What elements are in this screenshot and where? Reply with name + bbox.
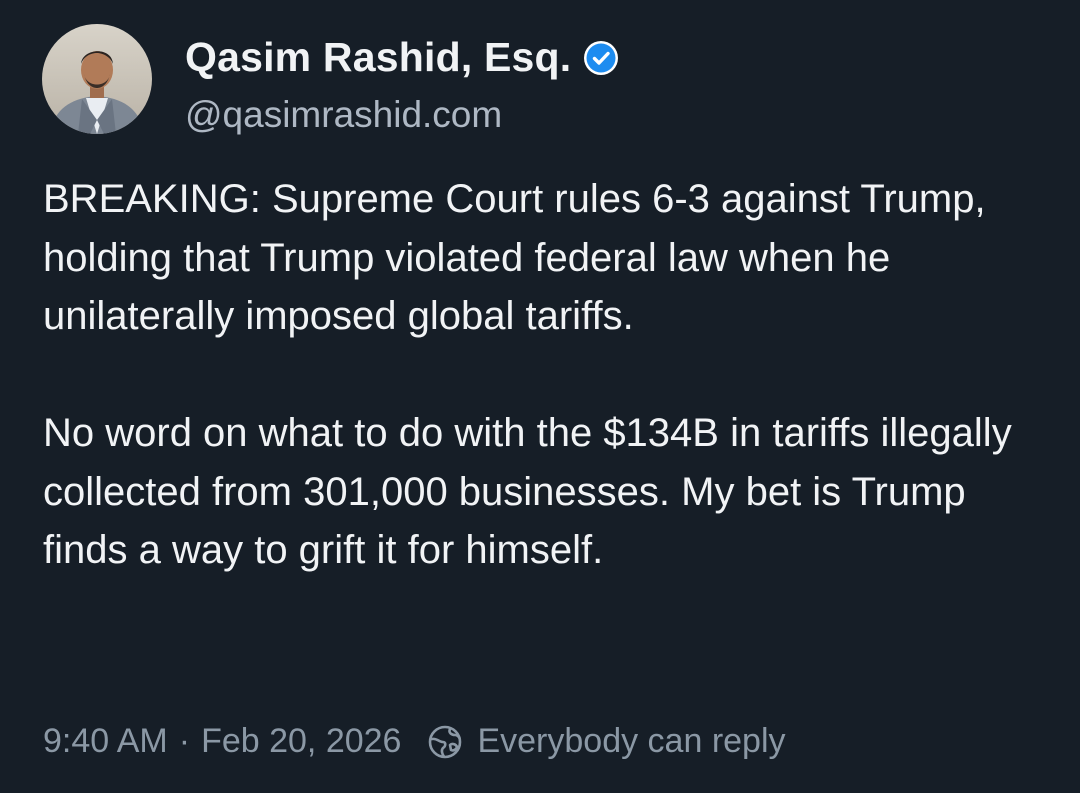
- post-time[interactable]: 9:40 AM: [43, 722, 168, 761]
- post-paragraph: BREAKING: Supreme Court rules 6-3 agains…: [43, 177, 986, 338]
- reply-setting-label[interactable]: Everybody can reply: [477, 722, 785, 761]
- post-paragraph: No word on what to do with the $134B in …: [43, 411, 1012, 572]
- post-meta: 9:40 AM · Feb 20, 2026 Everybody can rep…: [43, 722, 786, 761]
- author-info: Qasim Rashid, Esq. @qasimrashid.com: [185, 32, 619, 136]
- author-handle[interactable]: @qasimrashid.com: [185, 94, 619, 136]
- meta-separator: ·: [178, 722, 191, 760]
- post-date[interactable]: Feb 20, 2026: [201, 722, 401, 761]
- post-header: Qasim Rashid, Esq. @qasimrashid.com: [42, 24, 619, 136]
- author-display-name[interactable]: Qasim Rashid, Esq.: [185, 34, 571, 81]
- globe-icon: [427, 724, 463, 760]
- post-text: BREAKING: Supreme Court rules 6-3 agains…: [43, 170, 1053, 580]
- avatar[interactable]: [42, 24, 152, 134]
- verified-badge-icon: [583, 40, 619, 76]
- post-card: Qasim Rashid, Esq. @qasimrashid.com BREA…: [0, 0, 1080, 793]
